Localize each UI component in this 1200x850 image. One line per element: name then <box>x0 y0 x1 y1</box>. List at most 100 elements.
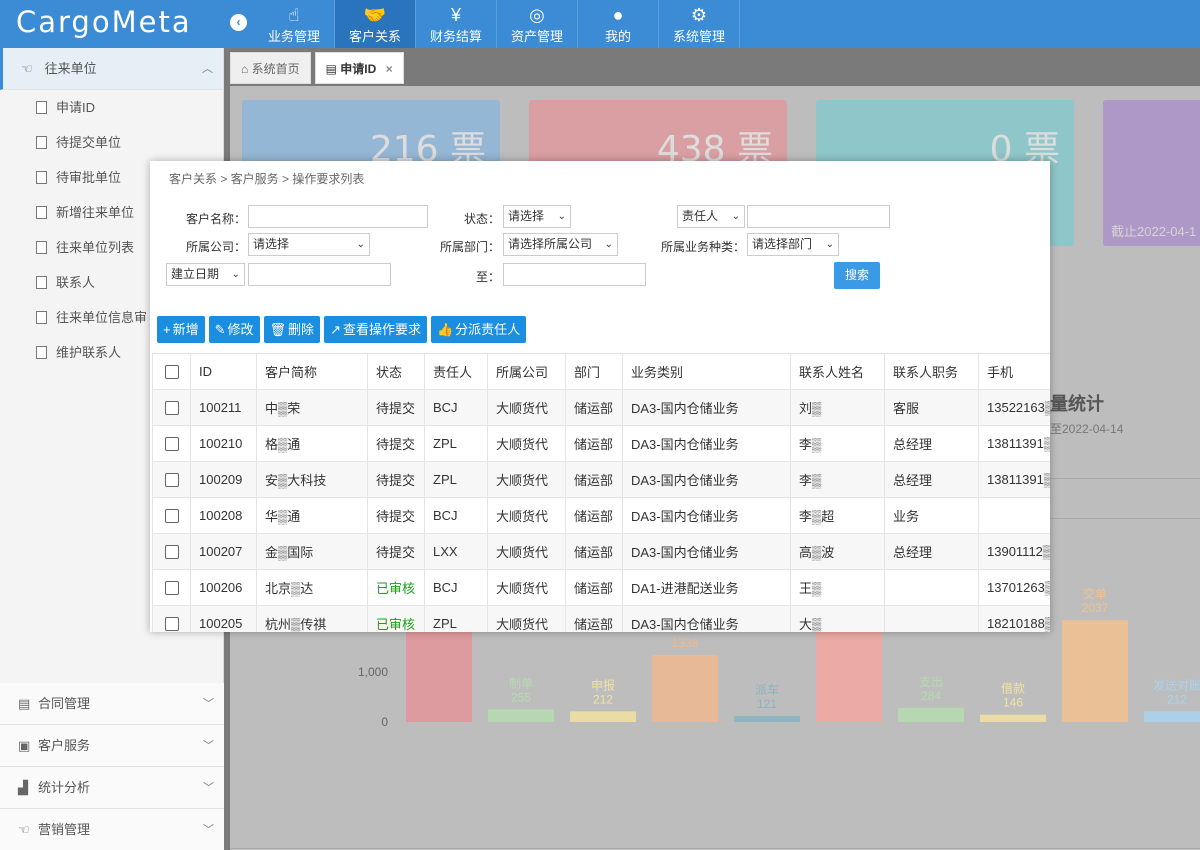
top-bar: CargoMeta ‹ ☝ 业务管理 🤝 客户关系 ¥ 财务结算 ◎ 资产管理 ● 我的 ⚙ 系统管理 <box>0 0 1200 48</box>
search-button[interactable]: 搜索 <box>834 262 880 289</box>
table-header-row: ID 客户简称 状态 责任人 所属公司 部门 业务类别 联系人姓名 联系人职务 手机 <box>152 353 1050 390</box>
business-type-select[interactable]: 请选择部门 ⌄ <box>747 233 839 256</box>
view-requirements-button[interactable]: ↗ 查看操作要求 <box>324 316 427 343</box>
table-row[interactable]: 100207 金▒国际 待提交 LXX 大顺货代 储运部 DA3-国内仓储业务 高▒波 总经理 1… <box>152 533 1050 570</box>
plus-icon: + <box>163 322 171 337</box>
date-type-select[interactable]: 建立日期 ⌄ <box>166 263 245 286</box>
divider <box>230 848 1200 849</box>
sidebar-group-partners[interactable]: ☜ 往来单位 ︿ <box>0 48 223 90</box>
col-company-header[interactable]: 所属公司 <box>487 353 566 390</box>
document-icon <box>36 136 47 149</box>
nav-item-customer-relations[interactable]: 🤝 客户关系 <box>335 0 416 48</box>
sidebar-group[interactable]: ▣ 客户服务 ﹀ <box>0 725 224 767</box>
customer-name-label: 客户名称： <box>185 212 246 226</box>
checkbox[interactable] <box>164 617 179 632</box>
col-owner-cell: LXX <box>424 533 488 570</box>
col-customer-short-cell: 中▒荣 <box>256 389 368 426</box>
col-owner-cell: BCJ <box>424 497 488 534</box>
assign-owner-button[interactable]: 👍 分派责任人 <box>430 316 527 343</box>
sidebar-group-label: 客户服务 <box>38 738 91 753</box>
document-icon <box>36 311 47 324</box>
table-row[interactable]: 100206 北京▒达 已审核 BCJ 大顺货代 储运部 DA1-进港配送业务 王▒ 13701… <box>152 569 1050 606</box>
chart-bar <box>570 711 636 722</box>
department-select[interactable]: 请选择所属公司 ⌄ <box>503 233 618 256</box>
nav-item-finance[interactable]: ¥ 财务结算 <box>416 0 497 48</box>
operation-requirements-dialog: 客户关系 > 客户服务 > 操作要求列表 客户名称： 状态： 请选择 ⌄ 责任人 ⌄… <box>150 161 1050 632</box>
add-button[interactable]: + 新增 <box>157 316 205 343</box>
date-type-select-value: 建立日期 <box>171 267 220 281</box>
row-select-cell[interactable] <box>152 569 191 606</box>
col-status-cell: 待提交 <box>367 533 425 570</box>
row-select-cell[interactable] <box>152 425 191 462</box>
chart-bar-label: 交单 <box>1083 586 1107 601</box>
col-department-cell: 储运部 <box>565 533 623 570</box>
col-customer-short-header[interactable]: 客户简称 <box>256 353 368 390</box>
sidebar-item-label: 新增往来单位 <box>56 205 135 220</box>
col-contact-title-cell <box>884 569 979 606</box>
checkbox[interactable] <box>164 473 179 488</box>
col-department-header[interactable]: 部门 <box>565 353 623 390</box>
edit-button[interactable]: ✎ 修改 <box>208 316 260 343</box>
nav-item-assets[interactable]: ◎ 资产管理 <box>497 0 578 48</box>
col-business-type-header[interactable]: 业务类别 <box>622 353 791 390</box>
col-owner-header[interactable]: 责任人 <box>424 353 488 390</box>
col-id-cell: 100206 <box>190 569 257 606</box>
table-row[interactable]: 100209 安▒大科技 待提交 ZPL 大顺货代 储运部 DA3-国内仓储业务 李▒ 总经理 1… <box>152 461 1050 498</box>
row-select-cell[interactable] <box>152 605 191 632</box>
col-status-header[interactable]: 状态 <box>367 353 425 390</box>
checkbox[interactable] <box>164 437 179 452</box>
customer-name-input[interactable] <box>248 205 428 228</box>
row-select-cell[interactable] <box>152 497 191 534</box>
row-select-cell[interactable] <box>152 389 191 426</box>
col-mobile-header[interactable]: 手机 <box>978 353 1050 390</box>
nav-item-business[interactable]: ☝ 业务管理 <box>254 0 335 48</box>
col-contact-name-cell: 刘▒ <box>790 389 885 426</box>
stat-card-foot: 截止2022-04-1 <box>1111 224 1197 239</box>
date-from-input[interactable] <box>248 263 391 286</box>
bar-chart-icon: ▟ <box>18 780 28 795</box>
status-select[interactable]: 请选择 ⌄ <box>503 205 571 228</box>
table-row[interactable]: 100211 中▒荣 待提交 BCJ 大顺货代 储运部 DA3-国内仓储业务 刘▒ 客服 1352… <box>152 389 1050 426</box>
col-business-type-cell: DA3-国内仓储业务 <box>622 461 791 498</box>
nav-item-mine[interactable]: ● 我的 <box>578 0 659 48</box>
close-icon[interactable]: × <box>386 62 393 76</box>
select-all-checkbox[interactable] <box>152 353 191 390</box>
row-select-cell[interactable] <box>152 533 191 570</box>
chart-bar-label: 发送对账 <box>1153 677 1200 692</box>
row-select-cell[interactable] <box>152 461 191 498</box>
col-contact-name-header[interactable]: 联系人姓名 <box>790 353 885 390</box>
checkbox[interactable] <box>164 401 179 416</box>
checkbox[interactable] <box>164 365 179 380</box>
checkbox[interactable] <box>164 509 179 524</box>
sidebar-group[interactable]: ▤ 合同管理 ﹀ <box>0 683 224 725</box>
col-customer-short-cell: 格▒通 <box>256 425 368 462</box>
sidebar-item[interactable]: 待提交单位 <box>0 125 223 160</box>
col-company-cell: 大顺货代 <box>487 569 566 606</box>
owner-input[interactable] <box>747 205 890 228</box>
sidebar-group[interactable]: ☜ 营销管理 ﹀ <box>0 809 224 850</box>
checkbox[interactable] <box>164 545 179 560</box>
chevron-left-icon[interactable]: ‹ <box>230 14 247 31</box>
table-row[interactable]: 100208 华▒通 待提交 BCJ 大顺货代 储运部 DA3-国内仓储业务 李▒超 业务 <box>152 497 1050 534</box>
owner-type-select[interactable]: 责任人 ⌄ <box>677 205 745 228</box>
tab-apply-id[interactable]: ▤ 申请ID × <box>314 52 404 84</box>
col-contact-title-header[interactable]: 联系人职务 <box>884 353 979 390</box>
chart-bar-label: 支出 <box>919 675 943 689</box>
table-row[interactable]: 100205 杭州▒传祺 已审核 ZPL 大顺货代 储运部 DA3-国内仓储业务 大▒ 1821… <box>152 605 1050 632</box>
sidebar-group[interactable]: ▟ 统计分析 ﹀ <box>0 767 224 809</box>
user-icon: ● <box>612 5 624 25</box>
col-mobile-cell: 13522163▒ <box>978 389 1050 426</box>
chart-bar-value: 121 <box>757 697 777 711</box>
col-id-header[interactable]: ID <box>190 353 257 390</box>
date-to-input[interactable] <box>503 263 646 286</box>
company-select[interactable]: 请选择 ⌄ <box>248 233 370 256</box>
sidebar-item-label: 往来单位信息审 <box>56 310 148 325</box>
checkbox[interactable] <box>164 581 179 596</box>
tab-home[interactable]: ⌂ 系统首页 <box>230 52 311 84</box>
delete-button[interactable]: 🗑 删除 <box>263 316 321 343</box>
button-label: 查看操作要求 <box>342 322 421 337</box>
col-department-cell: 储运部 <box>565 569 623 606</box>
table-row[interactable]: 100210 格▒通 待提交 ZPL 大顺货代 储运部 DA3-国内仓储业务 李▒ 总经理 138… <box>152 425 1050 462</box>
sidebar-item[interactable]: 申请ID <box>0 90 223 125</box>
nav-item-system[interactable]: ⚙ 系统管理 <box>659 0 740 48</box>
